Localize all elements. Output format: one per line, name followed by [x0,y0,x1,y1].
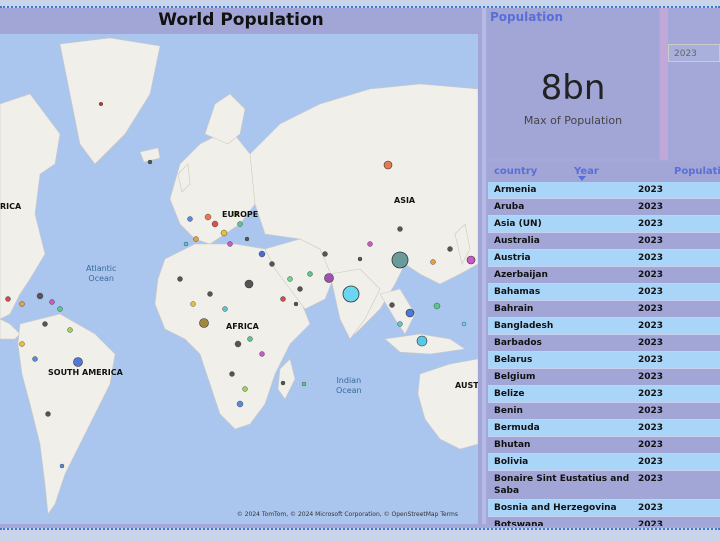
bubble-japan [466,255,476,265]
table-row[interactable]: Asia (UN) 2023 [488,216,720,233]
card-value: 8bn [540,68,606,108]
ocean-label-indian: Indian Ocean [336,376,362,395]
table-body: Armenia 2023 Aruba 2023 Asia (UN) 2023 Austral… [488,182,720,526]
cell-year: 2023 [638,253,664,263]
cell-country: Barbados [494,338,542,348]
cell-country: Asia (UN) [494,219,542,229]
map-title: World Population [158,10,324,30]
table-row[interactable]: Bahrain 2023 [488,301,720,318]
table-row[interactable]: Bahamas 2023 [488,284,720,301]
card-label: Max of Population [523,114,623,127]
card-title: Population [490,10,564,24]
table-row[interactable]: Barbados 2023 [488,335,720,352]
cell-country: Bolivia [494,457,529,467]
table-row[interactable]: Bolivia 2023 [488,454,720,471]
cell-country: Belgium [494,372,536,382]
cell-year: 2023 [638,406,664,416]
bubble-russia [383,160,393,170]
cell-country: Azerbaijan [494,270,548,280]
bubble-ethiopia [244,279,254,289]
sort-descending-icon[interactable] [578,176,586,181]
map-canvas[interactable] [0,34,478,524]
table-row[interactable]: Bosnia and Herzegovina 2023 [488,500,720,517]
cell-country: Benin [494,406,523,416]
cell-country: Botswana [494,520,544,526]
bubble-indonesia [416,335,428,347]
cell-country: Armenia [494,185,537,195]
header-population[interactable]: Population [674,166,720,177]
cell-country: Belize [494,389,525,399]
ocean-label-atlantic: Atlantic Ocean [86,264,117,283]
population-table[interactable]: country Year Population Armenia2023Aruba… [488,162,720,526]
cell-year: 2023 [638,219,664,229]
card-accent-stripe [660,8,668,160]
bubble-pakistan [324,273,334,283]
table-row[interactable]: Belize 2023 [488,386,720,403]
cell-year: 2023 [638,503,664,513]
cell-year: 2023 [638,389,664,399]
population-card[interactable]: Population 8bn Max of Population [488,8,658,158]
table-row[interactable]: Bhutan 2023 [488,437,720,454]
cell-country: Aruba [494,202,525,212]
cell-country: Belarus [494,355,533,365]
table-row[interactable]: Benin 2023 [488,403,720,420]
header-country[interactable]: country [494,166,537,177]
cell-year: 2023 [638,287,664,297]
table-row[interactable]: Belgium 2023 [488,369,720,386]
panel-divider [482,8,486,524]
top-border [0,0,720,8]
table-row[interactable]: Azerbaijan 2023 [488,267,720,284]
map-attribution[interactable]: © 2024 TomTom, © 2024 Microsoft Corporat… [237,511,458,518]
bubble-nigeria [199,318,209,328]
cell-year: 2023 [638,423,664,433]
table-row[interactable]: Bangladesh 2023 [488,318,720,335]
world-map[interactable]: ASIA EUROPE AFRICA SOUTH AMERICA RICA AU… [0,34,478,524]
table-row[interactable]: Bonaire Sint Eustatius and Saba 2023 [488,471,720,500]
cell-country: Bhutan [494,440,531,450]
bubble-brazil [73,357,83,367]
region-label-africa: AFRICA [226,322,259,331]
cell-country: Bermuda [494,423,540,433]
cell-country: Bosnia and Herzegovina [494,503,617,513]
table-row[interactable]: Belarus 2023 [488,352,720,369]
cell-year: 2023 [638,304,664,314]
table-row[interactable]: Botswana 2023 [488,517,720,526]
table-row[interactable]: Australia 2023 [488,233,720,250]
cell-year: 2023 [638,520,664,526]
table-row[interactable]: Armenia 2023 [488,182,720,199]
cell-country: Bahamas [494,287,541,297]
region-label-north-america: RICA [0,202,22,211]
table-header: country Year Population [488,162,720,182]
cell-year: 2023 [638,321,664,331]
cell-country: Austria [494,253,531,263]
cell-year: 2023 [638,474,664,484]
cell-country: Bonaire Sint Eustatius and Saba [494,474,630,496]
region-label-australia: AUST [455,381,478,390]
table-row[interactable]: Austria 2023 [488,250,720,267]
bubble-china [391,251,409,269]
cell-year: 2023 [638,338,664,348]
cell-year: 2023 [638,270,664,280]
cell-year: 2023 [638,185,664,195]
cell-country: Bangladesh [494,321,554,331]
cell-year: 2023 [638,236,664,246]
cell-year: 2023 [638,202,664,212]
table-row[interactable]: Aruba 2023 [488,199,720,216]
year-slicer[interactable]: 2023 [668,44,720,62]
bubble-philippines [405,308,415,318]
map-visual[interactable]: World Population ASIA EUROPE AFRICA SOUT… [0,8,482,524]
region-label-europe: EUROPE [222,210,259,219]
cell-country: Bahrain [494,304,534,314]
cell-year: 2023 [638,457,664,467]
region-label-asia: ASIA [394,196,416,205]
bubble-india [342,285,360,303]
table-row[interactable]: Bermuda 2023 [488,420,720,437]
cell-country: Australia [494,236,540,246]
region-label-south-america: SOUTH AMERICA [48,368,123,377]
cell-year: 2023 [638,440,664,450]
cell-year: 2023 [638,372,664,382]
cell-year: 2023 [638,355,664,365]
